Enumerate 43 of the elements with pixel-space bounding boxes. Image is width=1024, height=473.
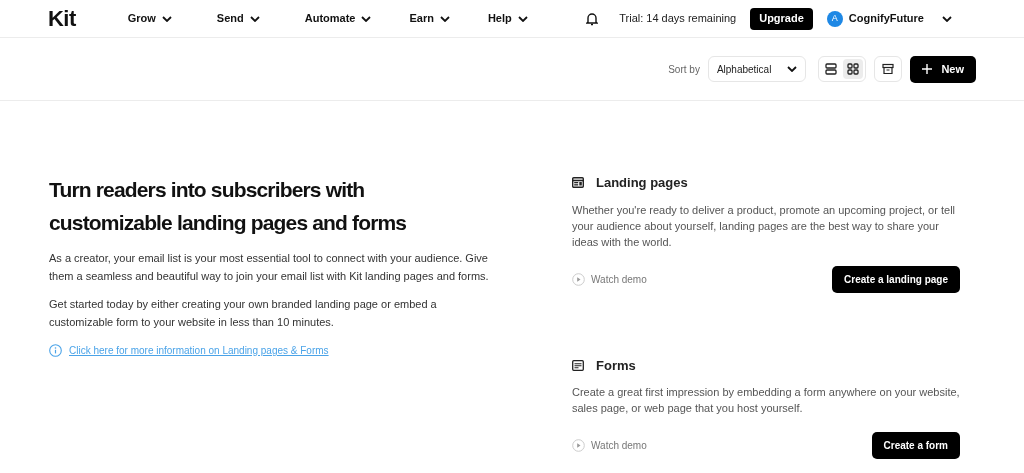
chevron-down-icon [249,15,260,22]
list-view-icon [825,63,838,75]
plus-icon [922,64,933,74]
play-icon [572,439,585,452]
chevron-down-icon [787,66,798,72]
archive-button[interactable] [874,56,903,82]
section-description: Create a great first impression by embedding a form anywhere on your website, sales page, or web page that you host yourself. [572,385,960,416]
sort-dropdown[interactable]: Alphabetical [707,56,807,82]
page-heading: Turn readers into subscribers with customizable landing pages and forms [49,177,408,236]
new-button[interactable]: New [910,55,976,83]
upgrade-button[interactable]: Upgrade [750,7,813,30]
chevron-down-icon [161,15,172,22]
bell-icon[interactable] [586,11,599,26]
trial-status: Trial: 14 days remaining [619,11,737,27]
layout-icon [572,177,584,189]
avatar[interactable]: A [826,10,843,27]
section-description: Whether you're ready to deliver a product, promote an upcoming project, or tell your audience about yourself, landing pages are the best way to share your ideas with the world. [572,202,957,250]
chevron-down-icon [439,15,450,22]
watch-demo-link[interactable]: Watch demo [572,271,647,287]
create-button[interactable]: Create a landing page [832,265,960,293]
section-title: Landing pages [596,174,688,192]
chevron-down-icon [517,15,528,22]
chevron-down-icon [942,15,952,22]
section-title: Forms [596,356,636,375]
form-icon [572,359,584,371]
nav-menu[interactable]: Earn [409,10,450,27]
create-button[interactable]: Create a form [871,432,960,459]
play-icon [572,272,585,286]
logo[interactable]: Kit [48,2,76,35]
info-icon [49,344,62,357]
sort-label: Sort by [668,62,700,77]
nav-menu[interactable]: Help [487,10,528,27]
nav-menu[interactable]: Automate [304,10,372,27]
intro-paragraph: Get started today by either creating your own branded landing page or embed a customizable form to your website in less than 10 minutes. [49,297,438,330]
account-menu[interactable]: CognifyFuture [848,10,952,27]
intro-paragraph: As a creator, your email list is your most essential tool to connect with your audience. Give them a seamless and beautiful way to join your email list with Kit landing pages and forms. [49,251,489,284]
nav-menu[interactable]: Grow [127,10,172,27]
view-option[interactable] [843,59,864,79]
grid-view-icon [847,63,860,75]
chevron-down-icon [361,15,372,22]
watch-demo-link[interactable]: Watch demo [572,438,647,453]
nav-menu[interactable]: Send [216,10,260,27]
archive-icon [882,63,895,75]
